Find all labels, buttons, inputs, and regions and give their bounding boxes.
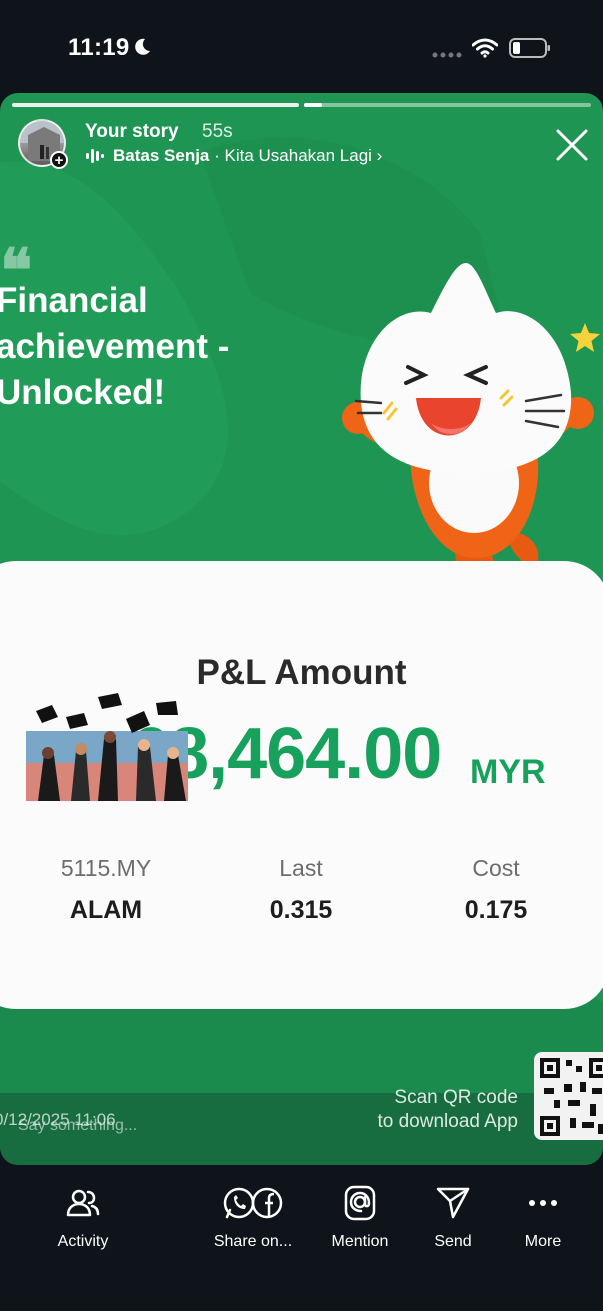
wifi-icon: [472, 38, 498, 58]
activity-label: Activity: [57, 1233, 109, 1250]
scan-qr-line-1: Scan QR code: [394, 1087, 518, 1108]
whatsapp-facebook-icon: [223, 1187, 283, 1219]
do-not-disturb-moon-icon: [135, 38, 150, 55]
status-time: 11:19: [68, 34, 130, 61]
mention-label: Mention: [331, 1233, 389, 1250]
stat-last-label: Last: [279, 855, 323, 881]
story-card[interactable]: + Your story 55s Batas Senja · Kita Usah…: [0, 93, 603, 1165]
battery-icon: [509, 38, 550, 58]
headline-line-2: achievement -: [0, 327, 230, 366]
paper-plane-icon: [436, 1187, 470, 1219]
pnl-currency: MYR: [470, 753, 546, 791]
stat-cost-label: Cost: [472, 855, 520, 881]
people-icon: [66, 1189, 100, 1217]
more-label: More: [524, 1233, 562, 1250]
scan-qr-line-2: to download App: [377, 1111, 518, 1132]
music-waveform-icon: [86, 149, 104, 163]
send-label: Send: [434, 1233, 472, 1250]
stat-cost-value: 0.175: [464, 896, 528, 924]
stat-ticker-label: 5115.MY: [60, 855, 152, 881]
more-button[interactable]: More: [512, 1183, 574, 1251]
post-headline: Financial achievement - Unlocked!: [0, 278, 229, 416]
headline-line-3: Unlocked!: [0, 373, 166, 412]
story-timestamp: 55s: [202, 121, 233, 142]
graduation-sticker[interactable]: [26, 693, 188, 801]
pnl-label: P&L Amount: [196, 653, 407, 692]
more-dots-icon: [529, 1200, 557, 1206]
bottom-action-bar: Activity Share on... Mention Send More: [0, 1165, 603, 1311]
at-icon: [344, 1185, 376, 1221]
music-song: Kita Usahakan Lagi: [224, 146, 372, 165]
music-separator: ·: [209, 146, 225, 165]
close-icon[interactable]: [552, 125, 592, 165]
share-on-label: Share on...: [213, 1233, 293, 1250]
story-progress-segment-2: [304, 103, 591, 107]
story-progress-segment-1: [12, 103, 299, 107]
music-artist: Batas Senja: [113, 146, 210, 165]
music-chevron-icon: ›: [376, 146, 383, 165]
qr-code-image: [534, 1052, 603, 1140]
add-story-icon[interactable]: +: [50, 151, 68, 169]
cellular-signal-icon: [432, 52, 462, 58]
stat-ticker: 5115.MY ALAM: [31, 855, 181, 925]
stat-cost: Cost 0.175: [421, 855, 571, 925]
send-button[interactable]: Send: [420, 1183, 486, 1251]
activity-button[interactable]: Activity: [48, 1183, 118, 1251]
mention-button[interactable]: Mention: [325, 1183, 395, 1251]
stat-ticker-value: ALAM: [69, 896, 143, 924]
story-owner-label[interactable]: Your story: [85, 121, 179, 143]
headline-line-1: Financial: [0, 281, 148, 320]
reply-input[interactable]: Say something...: [18, 1117, 137, 1135]
scan-qr-caption: Scan QR code to download App: [377, 1086, 518, 1134]
stat-last: Last 0.315: [226, 855, 376, 925]
share-on-button[interactable]: Share on...: [205, 1183, 301, 1251]
stat-last-value: 0.315: [269, 896, 333, 924]
music-track-link[interactable]: Batas Senja · Kita Usahakan Lagi ›: [113, 146, 382, 166]
status-bar: 11:19: [0, 0, 603, 92]
qr-code-pattern: [540, 1058, 603, 1136]
cat-mascot-illustration: [342, 263, 594, 589]
